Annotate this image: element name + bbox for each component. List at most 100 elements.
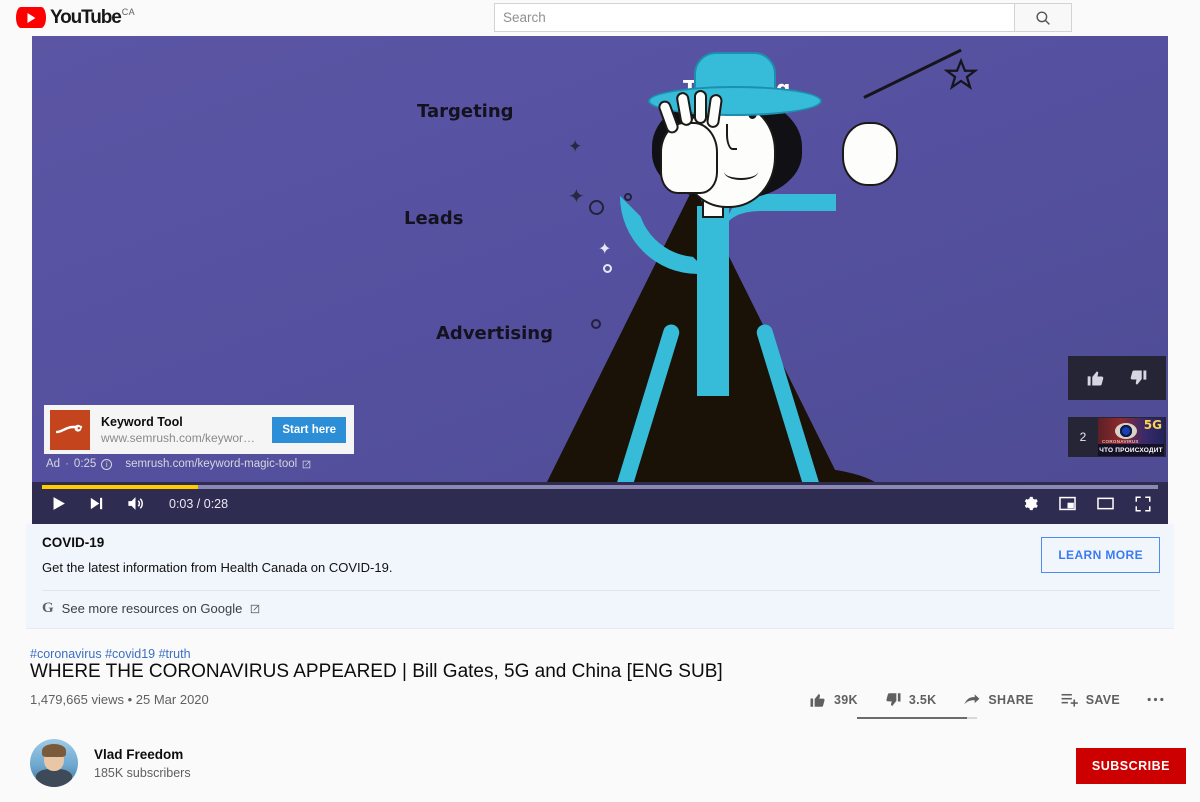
thumbs-up-icon bbox=[810, 693, 825, 707]
view-count: 1,479,665 views bbox=[30, 692, 124, 707]
share-button[interactable]: SHARE bbox=[949, 690, 1046, 709]
like-button[interactable]: 39K bbox=[796, 691, 871, 709]
controls-right bbox=[1022, 494, 1152, 513]
ad-cta-button[interactable]: Start here bbox=[272, 416, 346, 443]
ad-badge: Ad bbox=[46, 458, 61, 470]
ad-meta-row: Ad · 0:25 i semrush.com/keyword-magic-to… bbox=[46, 458, 311, 470]
avatar-hair bbox=[42, 744, 66, 757]
next-video-overlay[interactable]: 2 5G CORONAVIRUS ЧТО ПРОИСХОДИТ bbox=[1068, 417, 1166, 457]
covid-resources-link[interactable]: G See more resources on Google bbox=[42, 600, 260, 617]
thumbs-up-icon[interactable] bbox=[1086, 368, 1106, 388]
youtube-logo-text: YouTube bbox=[50, 7, 122, 28]
stats-separator: • bbox=[127, 692, 133, 707]
google-g-icon: G bbox=[42, 600, 54, 616]
star-icon bbox=[944, 58, 978, 90]
info-icon[interactable]: i bbox=[101, 458, 113, 470]
covid-panel-title: COVID-19 bbox=[42, 535, 105, 550]
upload-date: 25 Mar 2020 bbox=[135, 692, 209, 707]
scene-label-targeting: Targeting bbox=[417, 101, 514, 122]
covid-resources-link-text: See more resources on Google bbox=[61, 601, 243, 616]
ad-text-block: Keyword Tool www.semrush.com/keywor… bbox=[101, 414, 272, 446]
share-label: SHARE bbox=[988, 692, 1034, 707]
share-icon bbox=[964, 694, 980, 705]
theater-mode-button[interactable] bbox=[1096, 494, 1115, 513]
search-form bbox=[494, 3, 1072, 32]
channel-text-block: Vlad Freedom 185K subscribers bbox=[94, 745, 191, 782]
thumbnail-5g-text: 5G bbox=[1143, 418, 1162, 432]
dislike-count: 3.5K bbox=[908, 692, 937, 707]
miniplayer-icon bbox=[1059, 496, 1076, 511]
like-count: 39K bbox=[833, 692, 858, 707]
video-player[interactable]: Targeting Targeting Leads Advertising ✦ … bbox=[32, 36, 1168, 524]
channel-name: Vlad Freedom bbox=[94, 746, 184, 762]
character-nose bbox=[726, 124, 737, 150]
search-button[interactable] bbox=[1014, 3, 1072, 32]
play-button[interactable] bbox=[50, 495, 67, 512]
hashtag-item[interactable]: #truth bbox=[159, 647, 191, 661]
character-finger bbox=[694, 90, 707, 124]
next-video-thumbnail[interactable]: 5G CORONAVIRUS ЧТО ПРОИСХОДИТ bbox=[1098, 418, 1164, 456]
ad-duration: 0:25 bbox=[73, 458, 97, 470]
more-icon bbox=[1147, 697, 1164, 702]
time-display: 0:03 / 0:28 bbox=[169, 496, 229, 511]
like-ratio-bar bbox=[857, 717, 977, 719]
masthead: YouTube CA bbox=[0, 0, 1200, 36]
save-icon bbox=[1061, 693, 1078, 707]
fullscreen-button[interactable] bbox=[1134, 495, 1152, 513]
covid-info-panel: COVID-19 Get the latest information from… bbox=[26, 524, 1174, 629]
dislike-button[interactable]: 3.5K bbox=[871, 691, 950, 709]
eye-icon bbox=[1115, 423, 1137, 439]
channel-row[interactable]: Vlad Freedom 185K subscribers bbox=[30, 739, 191, 787]
like-ratio-fill bbox=[857, 717, 968, 719]
character-mouth bbox=[724, 164, 758, 180]
character-hand-right bbox=[842, 122, 898, 186]
advertiser-logo-icon bbox=[50, 409, 90, 450]
ad-rating-overlay bbox=[1068, 356, 1166, 400]
play-icon bbox=[53, 497, 65, 510]
ad-meta-separator: · bbox=[65, 458, 69, 470]
thumbs-down-icon[interactable] bbox=[1128, 368, 1148, 388]
channel-subscribers: 185K subscribers bbox=[94, 765, 191, 780]
avatar-body bbox=[36, 769, 72, 787]
save-button[interactable]: SAVE bbox=[1047, 690, 1133, 709]
controls-left: 0:03 / 0:28 bbox=[50, 494, 228, 513]
ad-title: Keyword Tool bbox=[101, 414, 183, 429]
next-video-icon bbox=[90, 497, 103, 510]
ad-display-url: www.semrush.com/keywor… bbox=[101, 430, 256, 445]
settings-button[interactable] bbox=[1022, 495, 1039, 512]
channel-avatar[interactable] bbox=[30, 739, 78, 787]
external-link-icon bbox=[302, 460, 311, 468]
player-controls: 0:03 / 0:28 bbox=[32, 482, 1168, 524]
hashtag-item[interactable]: #coronavirus bbox=[30, 647, 102, 661]
progress-bar[interactable] bbox=[42, 485, 1158, 489]
fullscreen-icon bbox=[1135, 496, 1151, 511]
external-link-icon bbox=[251, 604, 260, 613]
youtube-logo-country: CA bbox=[121, 7, 136, 17]
character-hat-brim bbox=[648, 86, 822, 116]
youtube-play-icon bbox=[16, 7, 46, 28]
search-input[interactable] bbox=[494, 3, 1014, 32]
ad-visit-url[interactable]: semrush.com/keyword-magic-tool bbox=[125, 458, 297, 470]
hashtag-item[interactable]: #covid19 bbox=[105, 647, 155, 661]
volume-icon bbox=[128, 497, 143, 510]
covid-panel-divider bbox=[42, 590, 1160, 591]
covid-panel-description: Get the latest information from Health C… bbox=[42, 560, 393, 575]
next-video-count: 2 bbox=[1079, 430, 1087, 444]
gear-icon bbox=[1024, 496, 1038, 511]
next-video-button[interactable] bbox=[88, 495, 105, 512]
save-label: SAVE bbox=[1085, 692, 1120, 707]
theater-mode-icon bbox=[1097, 497, 1114, 510]
video-stats: 1,479,665 views • 25 Mar 2020 bbox=[30, 692, 209, 707]
miniplayer-button[interactable] bbox=[1058, 494, 1077, 513]
more-actions-button[interactable] bbox=[1133, 697, 1178, 702]
youtube-logo[interactable]: YouTube CA bbox=[16, 0, 135, 36]
scene-label-leads: Leads bbox=[404, 208, 464, 229]
subscribe-button[interactable]: SUBSCRIBE bbox=[1075, 748, 1186, 784]
video-actions: 39K 3.5K SHARE SAVE bbox=[796, 690, 1178, 709]
volume-button[interactable] bbox=[126, 494, 145, 513]
progress-played bbox=[42, 485, 199, 489]
learn-more-button[interactable]: LEARN MORE bbox=[1041, 537, 1160, 573]
thumbs-down-icon bbox=[886, 692, 901, 706]
progress-buffer bbox=[42, 485, 1158, 489]
ad-overlay-card[interactable]: Keyword Tool www.semrush.com/keywor… Sta… bbox=[44, 405, 354, 454]
